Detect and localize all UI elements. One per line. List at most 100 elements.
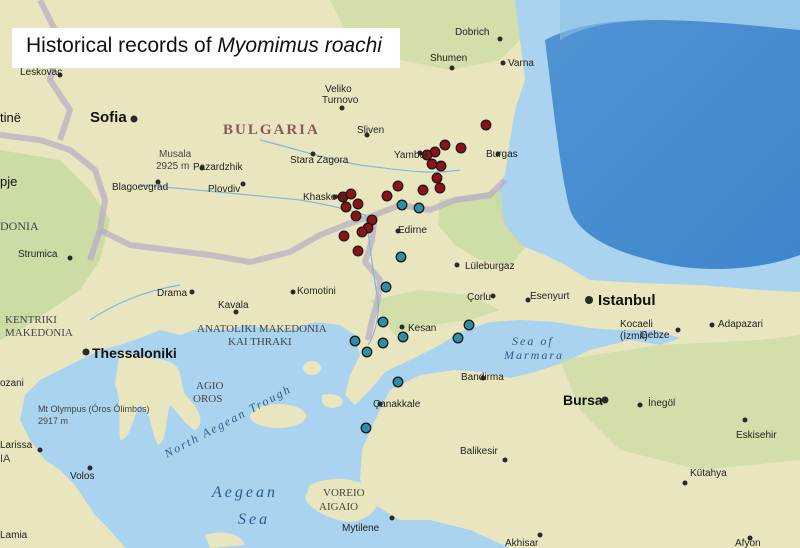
label-burgas: Burgas xyxy=(486,149,518,160)
city-dot-volos xyxy=(87,465,93,471)
red-record-marker-22 xyxy=(352,245,364,257)
blue-record-marker-7 xyxy=(349,335,361,347)
city-dot-thessaloniki xyxy=(82,348,90,356)
label-kesan: Kesan xyxy=(408,323,436,334)
city-dot-strumica xyxy=(67,255,73,261)
label-inegol: İnegöl xyxy=(648,396,675,409)
label-kocaeli: Kocaeli xyxy=(620,319,653,330)
label-voreio: VOREIO xyxy=(323,487,365,499)
label-tine: tinë xyxy=(0,110,21,125)
label-gebze: Gebze xyxy=(640,330,670,341)
label-ia: IA xyxy=(0,453,11,465)
map-title: Historical records of Myomimus roachi xyxy=(12,28,400,68)
red-record-marker-1 xyxy=(480,119,492,131)
label-bandirma: Bandirma xyxy=(461,372,504,383)
city-dot-kutahya xyxy=(682,480,688,486)
map-canvas: BULGARIA KENTRIKI MAKEDONIA ANATOLIKI MA… xyxy=(0,0,800,548)
city-dot-shumen xyxy=(449,65,455,71)
red-record-marker-14 xyxy=(345,188,357,200)
label-sea-of: Sea of xyxy=(512,334,554,348)
blue-record-marker-8 xyxy=(377,337,389,349)
city-dot-larissa xyxy=(37,447,43,453)
label-kai-thraki: KAI THRAKI xyxy=(228,336,292,348)
blue-record-marker-12 xyxy=(392,376,404,388)
label-varna: Varna xyxy=(508,58,534,69)
label-balikesir: Balikesir xyxy=(460,446,498,457)
city-dot-kesan xyxy=(399,324,405,330)
city-dot-akhisar xyxy=(537,532,543,538)
red-record-marker-11 xyxy=(392,180,404,192)
label-thessaloniki: Thessaloniki xyxy=(92,345,177,361)
label-olympus-elev: 2917 m xyxy=(38,416,68,426)
red-record-marker-21 xyxy=(338,230,350,242)
label-kavala: Kavala xyxy=(218,300,249,311)
label-akhisar: Akhisar xyxy=(505,538,539,548)
city-dot-inegol xyxy=(637,402,643,408)
label-mytilene: Mytilene xyxy=(342,523,380,534)
city-dot-balikesir xyxy=(502,457,508,463)
label-pje: pje xyxy=(0,174,17,189)
label-oros: OROS xyxy=(193,393,222,405)
label-leskovac: Leskovac xyxy=(20,67,62,78)
label-aigaio: AIGAIO xyxy=(319,501,358,513)
blue-record-marker-1 xyxy=(396,199,408,211)
city-dot-plovdiv xyxy=(240,181,246,187)
label-bursa: Bursa xyxy=(563,392,603,408)
map[interactable]: BULGARIA KENTRIKI MAKEDONIA ANATOLIKI MA… xyxy=(0,0,800,548)
red-record-marker-2 xyxy=(455,142,467,154)
city-dot-luleburgaz xyxy=(454,262,460,268)
label-sliven: Sliven xyxy=(357,125,384,136)
label-aegean: Aegean xyxy=(211,484,278,501)
label-luleburgaz: Lüleburgaz xyxy=(465,261,514,272)
city-dot-eskisehir xyxy=(742,417,748,423)
city-dot-sofia xyxy=(130,115,138,123)
island-thasos xyxy=(303,361,321,375)
red-record-marker-9 xyxy=(434,182,446,194)
label-turnovo: Turnovo xyxy=(322,95,359,106)
label-corlu: Çorlu xyxy=(467,292,491,303)
label-bulgaria: BULGARIA xyxy=(223,122,320,138)
label-musala-elev: 2925 m xyxy=(156,161,189,172)
label-adapazari: Adapazari xyxy=(718,319,763,330)
label-yambol: Yambol xyxy=(394,150,427,161)
blue-record-marker-4 xyxy=(380,281,392,293)
label-veliko: Veliko xyxy=(325,84,352,95)
label-eskisehir: Eskisehir xyxy=(736,430,777,441)
label-dobrich: Dobrich xyxy=(455,27,489,38)
label-istanbul: Istanbul xyxy=(598,292,656,309)
blue-record-marker-3 xyxy=(395,251,407,263)
city-dot-adapazari xyxy=(709,322,715,328)
blue-record-marker-2 xyxy=(413,202,425,214)
city-dot-komotini xyxy=(290,289,296,295)
red-record-marker-16 xyxy=(352,198,364,210)
city-dot-mytilene xyxy=(389,515,395,521)
label-sofia: Sofia xyxy=(90,109,127,126)
city-dot-drama xyxy=(189,289,195,295)
city-dot-kocaeli xyxy=(675,327,681,333)
label-olympus: Mt Olympus (Óros Ólimbos) xyxy=(38,404,150,414)
blue-record-marker-5 xyxy=(377,316,389,328)
label-khaskovo: Khaskovo xyxy=(303,192,347,203)
red-record-marker-6 xyxy=(435,160,447,172)
blue-record-marker-13 xyxy=(360,422,372,434)
label-lamia: Lamia xyxy=(0,530,28,541)
label-plovdiv: Plovdiv xyxy=(208,184,240,195)
label-canakkale: Çanakkale xyxy=(373,399,421,410)
blue-record-marker-10 xyxy=(463,319,475,331)
city-dot-dobrich xyxy=(497,36,503,42)
red-record-marker-7 xyxy=(426,158,438,170)
label-stara-zagora: Stara Zagora xyxy=(290,155,349,166)
blue-record-marker-9 xyxy=(361,346,373,358)
title-species: Myomimus roachi xyxy=(217,34,382,57)
label-afyon: Afyon xyxy=(735,538,761,548)
label-volos: Volos xyxy=(70,471,94,482)
label-donia: DONIA xyxy=(0,219,39,233)
label-komotini: Komotini xyxy=(297,286,336,297)
city-dot-corlu xyxy=(490,293,496,299)
label-larissa: Larissa xyxy=(0,440,33,451)
city-dot-veliko xyxy=(339,105,345,111)
city-dot-varna xyxy=(500,60,506,66)
label-marmara: Marmara xyxy=(503,348,564,362)
label-shumen: Shumen xyxy=(430,53,467,64)
red-record-marker-12 xyxy=(381,190,393,202)
